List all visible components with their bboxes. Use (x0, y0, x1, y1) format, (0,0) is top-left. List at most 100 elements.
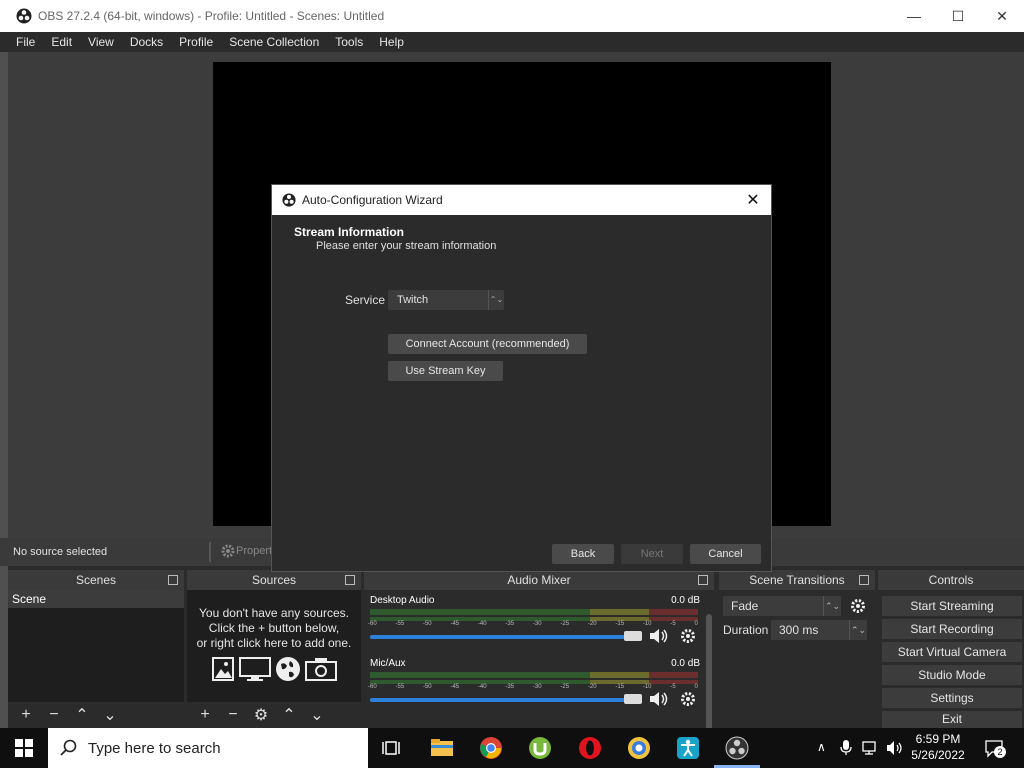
meter-tick: -25 (560, 684, 570, 690)
menu-help[interactable]: Help (371, 35, 412, 49)
duration-spinbox[interactable]: 300 ms ⌃⌄ (771, 620, 867, 640)
gear-icon[interactable]: ⚙ (249, 705, 273, 725)
undock-icon[interactable] (859, 575, 869, 585)
add-icon[interactable]: + (14, 705, 38, 725)
transition-select[interactable]: Fade ⌃⌄ (723, 596, 841, 616)
menu-edit[interactable]: Edit (43, 35, 80, 49)
next-button[interactable]: Next (621, 544, 683, 564)
gear-icon[interactable] (680, 691, 696, 707)
speaker-icon[interactable] (648, 627, 670, 645)
no-source-label: No source selected (13, 546, 108, 558)
move-up-icon[interactable]: ⌃ (70, 705, 94, 725)
properties-button[interactable]: Propert (220, 543, 272, 559)
file-explorer-icon[interactable] (430, 736, 454, 760)
settings-button[interactable]: Settings (882, 688, 1022, 708)
volume-icon[interactable] (886, 740, 904, 756)
microphone-icon[interactable] (839, 740, 853, 756)
volume-slider[interactable] (370, 698, 640, 702)
speaker-icon[interactable] (648, 690, 670, 708)
remove-icon[interactable]: − (221, 705, 245, 725)
taskbar-search[interactable]: Type here to search (48, 728, 368, 768)
window-title: OBS 27.2.4 (64-bit, windows) - Profile: … (38, 9, 385, 23)
chevron-up-icon[interactable]: ∧ (817, 740, 826, 754)
menu-file[interactable]: File (8, 35, 43, 49)
sources-list[interactable]: You don't have any sources. Click the + … (187, 590, 361, 702)
close-icon[interactable]: ✕ (743, 190, 763, 210)
search-icon (60, 739, 77, 756)
add-icon[interactable]: + (193, 705, 217, 725)
meter-tick: -55 (395, 621, 405, 627)
mixer-scrollbar[interactable] (706, 614, 712, 744)
updown-arrows-icon[interactable]: ⌃⌄ (849, 620, 867, 640)
channel-controls (648, 627, 696, 645)
dialog-subheading: Please enter your stream information (316, 240, 497, 252)
browser-icon[interactable] (627, 736, 651, 760)
use-stream-key-button[interactable]: Use Stream Key (388, 361, 503, 381)
utorrent-icon[interactable] (528, 736, 552, 760)
menu-tools[interactable]: Tools (327, 35, 371, 49)
opera-icon[interactable] (578, 736, 602, 760)
scene-item[interactable]: Scene (8, 590, 184, 608)
meter-tick: -35 (505, 684, 515, 690)
scene-transitions-dock: Scene Transitions Fade ⌃⌄ Duration 300 m… (719, 570, 875, 728)
audio-mixer-title: Audio Mixer (507, 573, 571, 587)
updown-arrows-icon: ⌃⌄ (823, 596, 841, 616)
window-titlebar: OBS 27.2.4 (64-bit, windows) - Profile: … (0, 0, 1024, 32)
sources-title: Sources (251, 573, 297, 587)
studio-mode-button[interactable]: Studio Mode (882, 665, 1022, 685)
task-view-icon[interactable] (380, 736, 404, 760)
undock-icon[interactable] (698, 575, 708, 585)
start-streaming-button[interactable]: Start Streaming (882, 596, 1022, 616)
undock-icon[interactable] (168, 575, 178, 585)
menu-view[interactable]: View (80, 35, 122, 49)
scene-transitions-body: Fade ⌃⌄ Duration 300 ms ⌃⌄ (719, 590, 875, 728)
network-icon[interactable] (862, 740, 880, 756)
menu-scene-collection[interactable]: Scene Collection (221, 35, 327, 49)
service-select[interactable]: Twitch ⌃⌄ (388, 290, 504, 310)
gear-icon[interactable] (850, 598, 866, 614)
meter-tick: -20 (587, 621, 597, 627)
menu-docks[interactable]: Docks (122, 35, 171, 49)
obs-taskbar-icon[interactable] (725, 736, 749, 760)
toolbar-divider (209, 542, 211, 562)
connect-account-button[interactable]: Connect Account (recommended) (388, 334, 587, 354)
accessibility-app-icon[interactable] (676, 736, 700, 760)
start-virtual-camera-button[interactable]: Start Virtual Camera (882, 642, 1022, 662)
channel-level: 0.0 dB (671, 658, 700, 669)
globe-icon (276, 657, 300, 681)
close-button[interactable]: ✕ (980, 0, 1024, 32)
chrome-icon[interactable] (479, 736, 503, 760)
maximize-button[interactable]: ☐ (936, 0, 980, 32)
meter-tick: -40 (477, 621, 487, 627)
gear-icon[interactable] (680, 628, 696, 644)
move-up-icon[interactable]: ⌃ (277, 705, 301, 725)
channel-controls (648, 690, 696, 708)
menu-profile[interactable]: Profile (171, 35, 221, 49)
start-recording-button[interactable]: Start Recording (882, 619, 1022, 639)
clock-date: 5/26/2022 (911, 748, 965, 762)
volume-slider[interactable] (370, 635, 640, 639)
scenes-dock-header: Scenes (8, 570, 184, 590)
dialog-title: Auto-Configuration Wizard (302, 193, 443, 207)
undock-icon[interactable] (345, 575, 355, 585)
scenes-title: Scenes (75, 573, 117, 587)
cancel-button[interactable]: Cancel (690, 544, 761, 564)
start-button[interactable] (0, 728, 48, 768)
volume-slider-handle[interactable] (624, 694, 642, 704)
move-down-icon[interactable]: ⌄ (305, 705, 329, 725)
scenes-footer: + − ⌃ ⌄ (8, 702, 184, 728)
transition-value: Fade (731, 599, 759, 613)
exit-button[interactable]: Exit (882, 711, 1022, 728)
remove-icon[interactable]: − (42, 705, 66, 725)
volume-slider-handle[interactable] (624, 631, 642, 641)
taskbar-clock[interactable]: 6:59 PM 5/26/2022 (906, 731, 970, 763)
no-sources-line: Click the + button below, (208, 621, 340, 635)
sources-dock-header: Sources (187, 570, 361, 590)
service-value: Twitch (397, 294, 429, 306)
notifications-button[interactable]: 2 (984, 738, 1006, 758)
menu-bar: File Edit View Docks Profile Scene Colle… (0, 32, 1024, 52)
back-button[interactable]: Back (552, 544, 614, 564)
move-down-icon[interactable]: ⌄ (98, 705, 122, 725)
notification-count: 2 (994, 746, 1006, 758)
minimize-button[interactable]: — (892, 0, 936, 32)
